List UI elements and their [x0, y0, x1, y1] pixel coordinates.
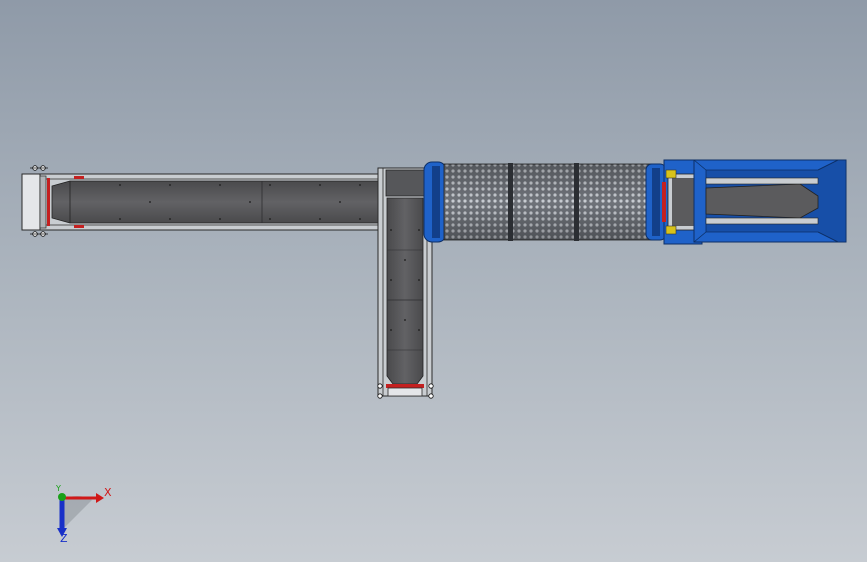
x-axis-label: X	[104, 486, 112, 499]
left-belt-conveyor	[21, 165, 391, 237]
rotary-drum-screen	[423, 161, 667, 243]
y-axis-label: Y	[56, 484, 61, 493]
feed-hopper	[693, 159, 847, 243]
y-axis-dot	[58, 493, 66, 501]
axis-triad	[57, 493, 104, 537]
cad-viewport[interactable]: X Y Z	[0, 0, 867, 562]
z-axis-label: Z	[60, 532, 68, 545]
conveyor-assembly-top-view	[21, 159, 847, 537]
